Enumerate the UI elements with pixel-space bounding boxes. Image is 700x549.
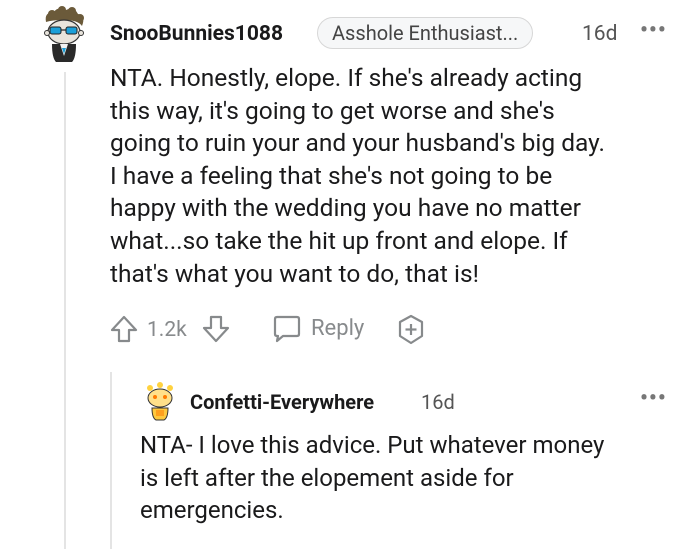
user-flair-badge: Asshole Enthusiast...: [317, 17, 534, 49]
comment-thread-line[interactable]: [64, 72, 66, 549]
comment-line: that's what you want to do, that is!: [110, 258, 479, 288]
reply-user-avatar[interactable]: [142, 382, 178, 422]
reply-thread-line[interactable]: [110, 372, 112, 549]
comment-username[interactable]: SnooBunnies1088: [110, 22, 283, 46]
comment-timestamp[interactable]: 16d: [582, 22, 617, 46]
vote-count: 1.2k: [147, 318, 187, 342]
reply-username[interactable]: Confetti-Everywhere: [190, 390, 374, 414]
reply-line: NTA- I love this advice. Put whatever mo…: [140, 431, 605, 459]
reply-body: NTA- I love this advice. Put whatever mo…: [140, 429, 604, 527]
downvote-icon[interactable]: [201, 314, 231, 344]
comment-line: NTA. Honestly, elope. If she's already a…: [110, 63, 583, 92]
comment-line: happy with the wedding you have no matte…: [110, 193, 581, 223]
more-options-icon[interactable]: •••: [640, 18, 667, 43]
reply-timestamp[interactable]: 16d: [421, 390, 455, 414]
comment-body: NTA. Honestly, elope. If she's already a…: [110, 62, 605, 290]
comment-line: I have a feeling that she's not going to…: [110, 160, 553, 190]
reply-button-label[interactable]: Reply: [311, 316, 364, 341]
reply-line: is left after the elopement aside for: [140, 463, 514, 492]
upvote-icon[interactable]: [109, 314, 139, 344]
reply-icon[interactable]: [271, 314, 303, 344]
comment-line: going to ruin your and your husband's bi…: [110, 128, 605, 158]
award-icon[interactable]: [395, 314, 427, 346]
reply-line: emergencies.: [140, 496, 284, 524]
user-avatar[interactable]: [38, 6, 90, 62]
comment-line: what...so take the hit up front and elop…: [110, 225, 568, 255]
comment-line: this way, it's going to get worse and sh…: [110, 95, 555, 125]
reply-more-options-icon[interactable]: •••: [640, 386, 667, 411]
